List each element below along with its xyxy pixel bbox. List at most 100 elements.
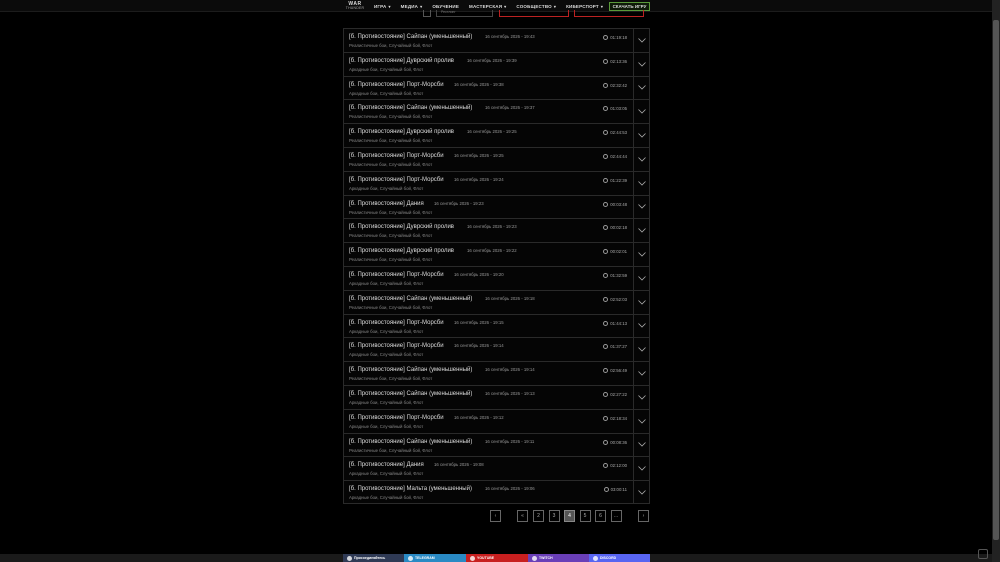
battle-title[interactable]: [б. Противостояние] Порт-Морсби <box>349 343 444 349</box>
nav-item[interactable]: Сообщество ▾ <box>516 4 556 9</box>
battle-title[interactable]: [б. Противостояние] Порт-Морсби <box>349 177 444 183</box>
scrollbar-thumb[interactable] <box>993 20 999 540</box>
battle-row[interactable]: [б. Противостояние] Мальта (уменьшенный)… <box>343 480 650 504</box>
expand-button[interactable] <box>633 100 649 124</box>
battle-title[interactable]: [б. Противостояние] Сайпан (уменьшенный) <box>349 367 472 373</box>
battle-row[interactable]: [б. Противостояние] Дуврский пролив 16 се… <box>343 123 650 147</box>
nav-item[interactable]: Киберспорт ▾ <box>566 4 603 9</box>
battle-title[interactable]: [б. Противостояние] Порт-Морсби <box>349 320 444 326</box>
duration-text: 01:32:59 <box>610 272 627 278</box>
battle-row[interactable]: [б. Противостояние] Сайпан (уменьшенный)… <box>343 361 650 385</box>
battle-duration: 01:19:18 <box>603 35 627 40</box>
footer-link[interactable]: TWITCH <box>528 554 589 562</box>
next-page-button[interactable]: › <box>638 510 649 522</box>
expand-button[interactable] <box>633 52 649 76</box>
footer-link[interactable]: YOUTUBE <box>466 554 528 562</box>
battle-title[interactable]: [б. Противостояние] Дуврский пролив <box>349 58 454 64</box>
battle-row[interactable]: [б. Противостояние] Порт-Морсби 16 сентяб… <box>343 313 650 338</box>
expand-button[interactable] <box>633 314 649 338</box>
battle-title[interactable]: [б. Противостояние] Порт-Морсби <box>349 272 444 278</box>
expand-button[interactable] <box>633 457 649 481</box>
page-button[interactable]: … <box>610 510 622 522</box>
page-button[interactable]: 6 <box>595 510 606 522</box>
expand-button[interactable] <box>633 362 649 385</box>
filter-select-b[interactable] <box>574 10 644 17</box>
expand-button[interactable] <box>633 338 649 362</box>
battle-title[interactable]: [б. Противостояние] Дания <box>349 201 424 207</box>
battle-duration: 02:32:42 <box>603 82 627 88</box>
footer-link[interactable]: DISCORD <box>589 554 650 562</box>
battle-row[interactable]: [б. Противостояние] Порт-Морсби 16 сентяб… <box>343 146 650 171</box>
battle-row[interactable]: [б. Противостояние] Дания 16 сентябрь 202… <box>343 194 650 219</box>
battle-title[interactable]: [б. Противостояние] Сайпан (уменьшенный) <box>349 296 472 302</box>
battle-title[interactable]: [б. Противостояние] Дания <box>349 462 424 468</box>
expand-button[interactable] <box>633 481 649 503</box>
battle-row[interactable]: [б. Противостояние] Порт-Морсби 16 сентяб… <box>343 265 650 290</box>
battle-date: 16 сентябрь 2026 - 19:39 <box>467 57 517 63</box>
battle-row[interactable]: [б. Противостояние] Сайпан (уменьшенный)… <box>343 432 650 457</box>
nav-item[interactable]: Медиа ▾ <box>401 4 423 9</box>
expand-button[interactable] <box>633 171 649 195</box>
expand-button[interactable] <box>633 29 649 52</box>
duration-text: 02:12:00 <box>610 463 627 469</box>
prev-page-button[interactable]: ‹ <box>490 510 501 522</box>
battle-title[interactable]: [б. Противостояние] Порт-Морсби <box>349 153 444 159</box>
expand-button[interactable] <box>633 76 649 100</box>
page-button[interactable]: 2 <box>533 510 544 522</box>
war-thunder-logo[interactable]: WAR THUNDER <box>344 0 366 12</box>
battle-row[interactable]: [б. Противостояние] Дуврский пролив 16 се… <box>343 242 650 266</box>
battle-row[interactable]: [б. Противостояние] Дания 16 сентябрь 202… <box>343 456 650 481</box>
nav-item[interactable]: Обучение <box>432 4 459 9</box>
battle-duration: 02:18:34 <box>603 415 627 421</box>
scroll-to-top-button[interactable] <box>978 549 988 559</box>
battle-title[interactable]: [б. Противостояние] Дуврский пролив <box>349 129 454 135</box>
footer-link[interactable]: Присоединяйтесь <box>343 554 404 562</box>
nav-item[interactable]: Мастерская ▾ <box>469 4 506 9</box>
expand-button[interactable] <box>633 147 649 171</box>
expand-button[interactable] <box>633 219 649 243</box>
battle-row[interactable]: [б. Противостояние] Сайпан (уменьшенный)… <box>343 384 650 409</box>
page-button[interactable]: 5 <box>579 510 591 522</box>
battle-title[interactable]: [б. Противостояние] Дуврский пролив <box>349 224 454 230</box>
battle-row[interactable]: [б. Противостояние] Сайпан (уменьшенный)… <box>343 99 650 124</box>
battle-row[interactable]: [б. Противостояние] Порт-Морсби 16 сентяб… <box>343 408 650 433</box>
battle-duration: 01:03:05 <box>603 106 627 112</box>
battle-title[interactable]: [б. Противостояние] Порт-Морсби <box>349 82 444 88</box>
filter-toggle[interactable] <box>423 10 431 17</box>
duration-text: 02:52:03 <box>610 296 627 302</box>
page-button[interactable]: 3 <box>548 510 560 522</box>
duration-text: 01:19:18 <box>610 35 627 40</box>
page-scrollbar[interactable] <box>992 0 1000 562</box>
battle-row[interactable]: [б. Противостояние] Дуврский пролив 16 се… <box>343 218 650 243</box>
twitch-icon <box>532 555 537 561</box>
expand-button[interactable] <box>633 433 649 457</box>
expand-button[interactable] <box>633 290 649 314</box>
nav-item[interactable]: Игра ▾ <box>374 4 391 9</box>
filter-search-input[interactable]: Рестлинг <box>436 10 493 17</box>
expand-button[interactable] <box>633 124 649 147</box>
battle-row[interactable]: [б. Противостояние] Сайпан (уменьшенный)… <box>343 28 650 52</box>
battle-title[interactable]: [б. Противостояние] Дуврский пролив <box>349 248 454 254</box>
battle-row[interactable]: [б. Противостояние] Порт-Морсби 16 сентяб… <box>343 337 650 362</box>
expand-button[interactable] <box>633 266 649 290</box>
battle-title[interactable]: [б. Противостояние] Сайпан (уменьшенный) <box>349 439 472 445</box>
expand-button[interactable] <box>633 243 649 266</box>
expand-button[interactable] <box>633 195 649 219</box>
battle-row[interactable]: [б. Противостояние] Порт-Морсби 16 сентяб… <box>343 170 650 195</box>
battle-title[interactable]: [б. Противостояние] Сайпан (уменьшенный) <box>349 391 472 397</box>
filter-select-a[interactable] <box>499 10 569 17</box>
first-page-button[interactable]: « <box>517 510 528 522</box>
page-button[interactable]: 4 <box>564 510 575 522</box>
battle-title[interactable]: [б. Противостояние] Мальта (уменьшенный) <box>349 486 472 492</box>
battle-row[interactable]: [б. Противостояние] Дуврский пролив 16 се… <box>343 51 650 76</box>
battle-duration: 02:52:03 <box>603 296 627 302</box>
footer-link[interactable]: TELEGRAM <box>404 554 466 562</box>
battle-title[interactable]: [б. Противостояние] Сайпан (уменьшенный) <box>349 105 472 111</box>
battle-date: 16 сентябрь 2026 - 19:25 <box>467 129 517 135</box>
battle-row[interactable]: [б. Противостояние] Сайпан (уменьшенный)… <box>343 289 650 314</box>
battle-title[interactable]: [б. Противостояние] Порт-Морсби <box>349 415 444 421</box>
battle-title[interactable]: [б. Противостояние] Сайпан (уменьшенный) <box>349 34 472 40</box>
battle-row[interactable]: [б. Противостояние] Порт-Морсби 16 сентяб… <box>343 75 650 100</box>
expand-button[interactable] <box>633 409 649 433</box>
expand-button[interactable] <box>633 385 649 409</box>
